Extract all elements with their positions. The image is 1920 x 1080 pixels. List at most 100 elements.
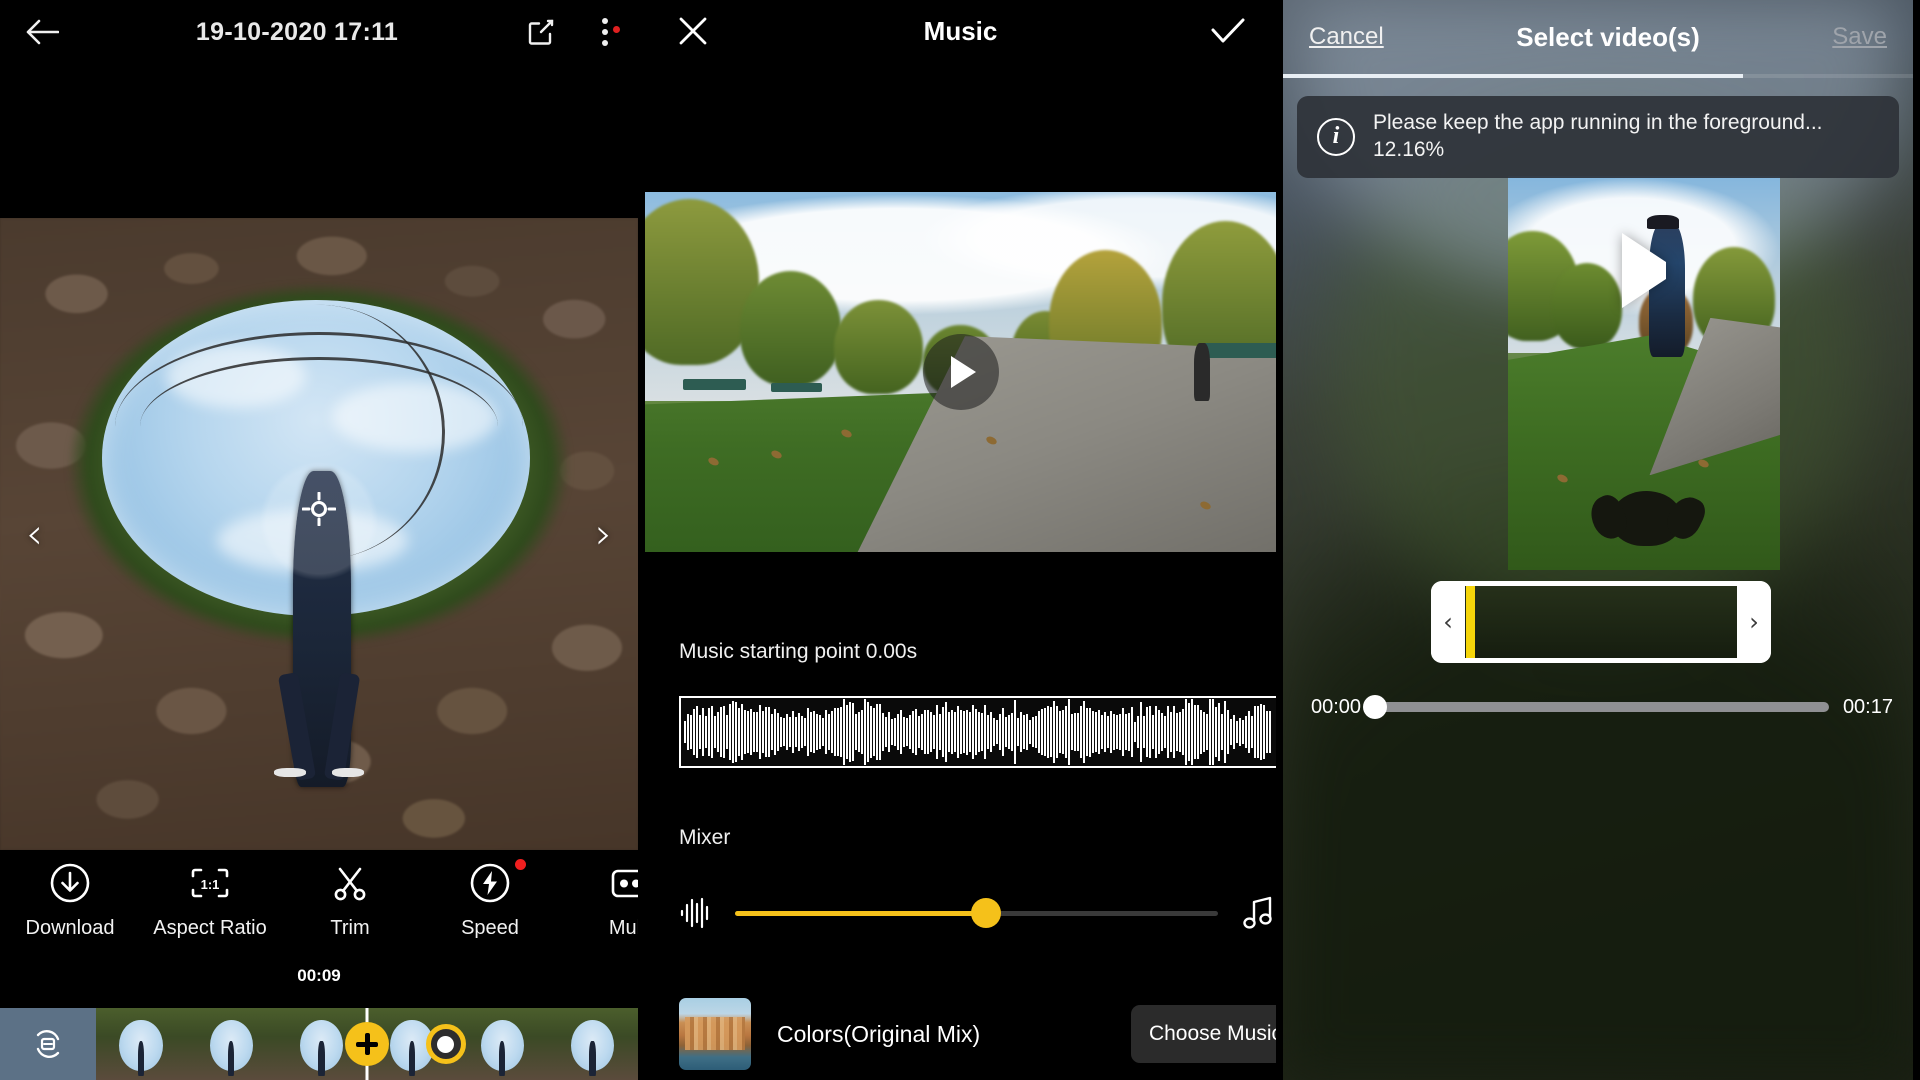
- waveform-bar: [1236, 721, 1238, 743]
- waveform-bar: [699, 714, 701, 750]
- waveform-bar: [1023, 715, 1025, 749]
- export-progress-bar: [1283, 74, 1913, 78]
- waveform-bar: [1206, 714, 1208, 750]
- back-arrow-icon[interactable]: [0, 17, 84, 47]
- save-button[interactable]: Save: [1832, 23, 1887, 51]
- panel-select-videos: Cancel Select video(s) Save i Please kee…: [1276, 0, 1913, 1080]
- share-icon[interactable]: [510, 17, 572, 47]
- keyframe-icon[interactable]: [0, 1008, 96, 1080]
- close-icon[interactable]: [645, 14, 741, 48]
- keyframe-marker-button[interactable]: [425, 1024, 466, 1064]
- waveform-bar: [870, 706, 872, 758]
- waveform-bar: [729, 703, 731, 761]
- more-vertical-icon[interactable]: [572, 18, 638, 46]
- check-icon[interactable]: [1180, 15, 1276, 47]
- center-reticle-icon[interactable]: [301, 491, 337, 527]
- video-trimmer[interactable]: ‹ ›: [1431, 581, 1771, 663]
- waveform-bar: [1140, 701, 1142, 763]
- seek-slider-track[interactable]: [1363, 695, 1829, 719]
- tool-label: Download: [25, 917, 115, 939]
- waveform-bar: [867, 701, 869, 763]
- waveform-bar: [846, 705, 848, 759]
- waveform-bar: [795, 717, 797, 747]
- waveform-bar: [960, 710, 962, 754]
- waveform-bar: [1209, 699, 1211, 765]
- music-topbar: Music: [645, 0, 1276, 62]
- tool-multi[interactable]: Multi: [560, 862, 638, 940]
- waveform-bar: [1152, 714, 1154, 750]
- filmstrip-frame[interactable]: [96, 1008, 187, 1080]
- waveform-bar: [1215, 707, 1217, 757]
- park-bench: [1200, 343, 1276, 358]
- waveform-bar: [942, 707, 944, 757]
- tool-download[interactable]: Download: [0, 862, 140, 940]
- aspect-ratio-icon: 1:1: [191, 868, 229, 898]
- play-button[interactable]: [922, 334, 999, 410]
- waveform-bar: [756, 711, 758, 753]
- filmstrip-frame[interactable]: [186, 1008, 277, 1080]
- check-glyph: [1211, 18, 1245, 43]
- foreground-toast: i Please keep the app running in the for…: [1297, 96, 1899, 178]
- waveform-bar: [1218, 703, 1220, 761]
- trim-playhead[interactable]: [1466, 586, 1475, 658]
- waveform-bar: [798, 712, 800, 752]
- waveform-bar: [1221, 713, 1223, 751]
- mixer-control[interactable]: [679, 885, 1276, 941]
- next-view-button[interactable]: ›: [595, 513, 612, 555]
- waveform-bar: [1059, 711, 1061, 753]
- choose-music-button[interactable]: Choose Music: [1130, 1005, 1276, 1063]
- editor-toolbar: Download 1:1 Aspect Ratio Trim Speed Mu: [0, 850, 638, 962]
- waveform-bar: [1098, 709, 1100, 755]
- waveform-bar: [1068, 699, 1070, 765]
- tool-trim[interactable]: Trim: [280, 862, 420, 940]
- waveform-bar: [936, 705, 938, 759]
- waveform-bar: [693, 709, 695, 755]
- waveform-bar: [1104, 711, 1106, 753]
- waveform-bar: [801, 716, 803, 748]
- chevron-left-icon[interactable]: ‹: [1431, 581, 1465, 663]
- tool-aspect-ratio[interactable]: 1:1 Aspect Ratio: [140, 862, 280, 940]
- waveform-bar: [957, 706, 959, 758]
- cancel-button[interactable]: Cancel: [1309, 23, 1384, 51]
- filmstrip-frame[interactable]: [457, 1008, 548, 1080]
- filmstrip-frame[interactable]: [547, 1008, 638, 1080]
- previous-view-button[interactable]: ‹: [26, 513, 43, 555]
- filmstrip-frames[interactable]: [96, 1008, 638, 1080]
- selected-video-preview[interactable]: [1508, 176, 1780, 570]
- waveform-bar: [789, 716, 791, 748]
- waveform-bar: [1143, 715, 1145, 749]
- mixer-slider-thumb[interactable]: [971, 898, 1002, 928]
- waveform-bar: [1242, 719, 1244, 745]
- person-silhouette: [1193, 343, 1211, 401]
- waveform-bar: [726, 714, 728, 750]
- waveform-bar: [1101, 714, 1103, 750]
- waveform-bar: [819, 715, 821, 749]
- info-icon: i: [1317, 117, 1355, 156]
- page-title: Select video(s): [1516, 21, 1700, 52]
- filmstrip-timeline[interactable]: [0, 1008, 638, 1080]
- tool-label: Multi: [608, 917, 638, 939]
- park-bench: [771, 382, 822, 393]
- chevron-right-icon[interactable]: ›: [1737, 581, 1771, 663]
- waveform-bar: [909, 715, 911, 749]
- waveform-bar: [744, 710, 746, 754]
- trim-region[interactable]: [1465, 586, 1737, 658]
- current-timecode: 00:09: [297, 966, 341, 985]
- waveform-bar: [1233, 714, 1235, 750]
- waveform-bar: [864, 699, 866, 765]
- waveform-bar: [735, 702, 737, 762]
- seek-slider-thumb[interactable]: [1363, 695, 1388, 719]
- fisheye-video-viewer[interactable]: ‹ ›: [0, 218, 638, 850]
- mixer-slider-track[interactable]: [735, 898, 1218, 928]
- waveform-bar: [711, 706, 713, 758]
- music-waveform[interactable]: [679, 696, 1276, 768]
- waveform-bar: [1071, 714, 1073, 750]
- waveform-bar: [1116, 715, 1118, 749]
- waveform-bar: [1149, 705, 1151, 759]
- tool-speed[interactable]: Speed: [420, 859, 560, 940]
- waveform-bar: [861, 709, 863, 755]
- play-button[interactable]: [1622, 232, 1666, 308]
- add-keyframe-button[interactable]: [345, 1022, 389, 1066]
- waveform-bar: [1056, 705, 1058, 759]
- music-video-preview[interactable]: [645, 192, 1276, 552]
